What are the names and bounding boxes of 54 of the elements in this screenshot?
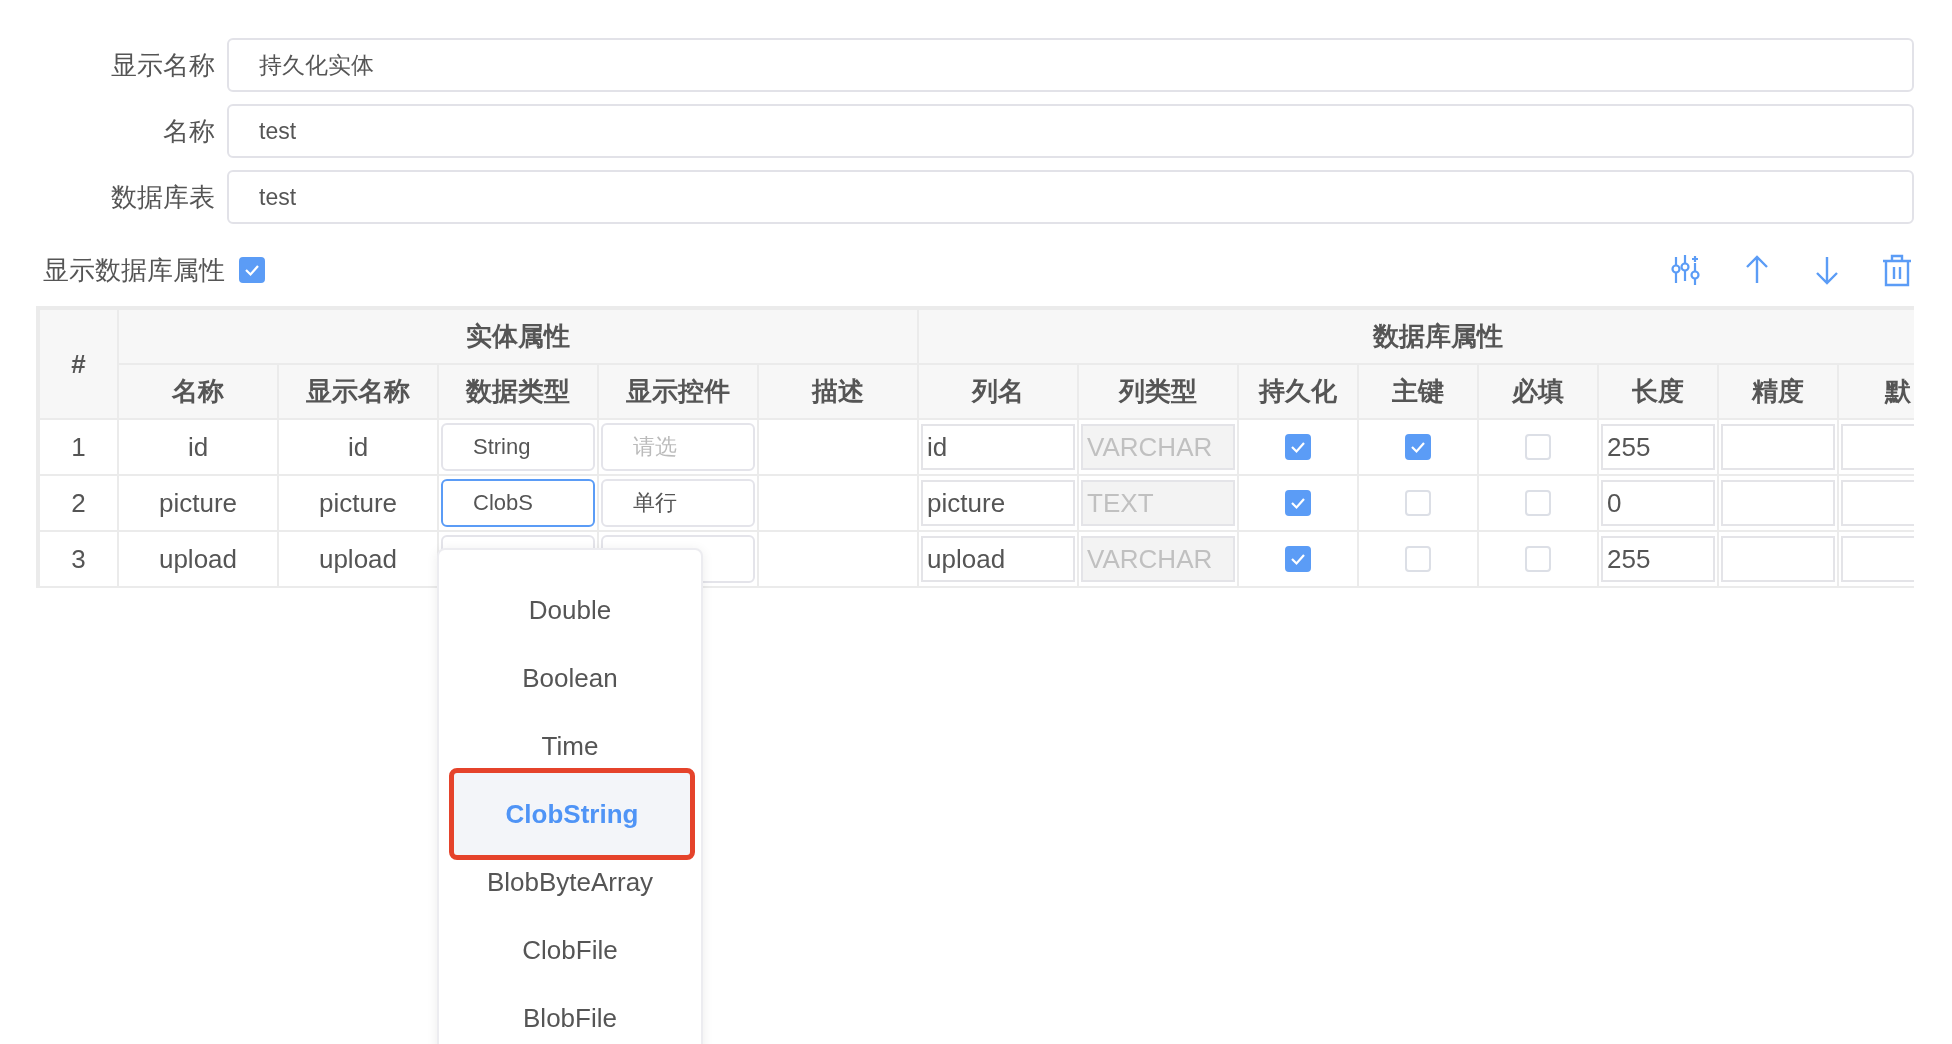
trash-button[interactable] [1880, 253, 1914, 287]
input-field[interactable]: 持久化实体 [227, 38, 1914, 92]
table-cell: id [118, 419, 278, 475]
input-field[interactable]: id [921, 424, 1076, 470]
input-field[interactable] [1721, 480, 1836, 526]
checkbox[interactable] [1285, 434, 1312, 460]
input-field[interactable]: 255 [1601, 424, 1716, 470]
checkbox[interactable] [1405, 434, 1432, 460]
column-header: 主键 [1358, 364, 1479, 419]
column-header: # [39, 309, 118, 419]
table-cell: picture [278, 475, 438, 531]
table-cell: id [278, 419, 438, 475]
column-header: 默 [1838, 364, 1914, 419]
menu-item[interactable]: Double [439, 576, 701, 644]
input-field[interactable]: test [227, 170, 1914, 224]
input-field[interactable]: picture [921, 480, 1076, 526]
input-field[interactable] [1721, 424, 1836, 470]
field-label: 数据库表 [110, 180, 216, 214]
column-header: 必填 [1478, 364, 1599, 419]
trash-icon [1880, 253, 1914, 287]
column-header: 显示名称 [278, 364, 438, 419]
select-field[interactable]: 单行 [601, 479, 755, 527]
table-cell: picture [118, 475, 278, 531]
group-header: 实体属性 [118, 309, 919, 364]
column-header: 长度 [1598, 364, 1719, 419]
input-field[interactable]: upload [921, 536, 1076, 582]
menu-item[interactable]: BlobFile [439, 984, 701, 1044]
checkbox-label: 显示数据库属性 [43, 253, 225, 287]
menu-item[interactable]: ClobFile [439, 916, 701, 984]
input-field[interactable]: 255 [1601, 536, 1716, 582]
checkbox[interactable] [239, 257, 265, 283]
table-cell: 2 [39, 475, 118, 531]
column-header: 显示控件 [598, 364, 758, 419]
select-field[interactable]: String [441, 423, 595, 471]
column-header: 持久化 [1238, 364, 1359, 419]
table-cell: 3 [39, 531, 118, 587]
column-header: 数据类型 [438, 364, 598, 419]
group-header: 数据库属性 [918, 309, 1914, 364]
checkbox[interactable] [1285, 546, 1312, 572]
column-header: 列名 [918, 364, 1079, 419]
column-header: 名称 [118, 364, 278, 419]
select-field[interactable]: ClobS [441, 479, 595, 527]
input-field[interactable]: 0 [1601, 480, 1716, 526]
checkbox[interactable] [1285, 490, 1312, 516]
menu-item[interactable]: Boolean [439, 644, 701, 712]
table-cell: upload [118, 531, 278, 587]
field-label: 显示名称 [110, 48, 216, 82]
column-header: 列类型 [1078, 364, 1239, 419]
table-cell: 1 [39, 419, 118, 475]
input-field[interactable]: test [227, 104, 1914, 158]
column-header: 精度 [1718, 364, 1839, 419]
field-label: 名称 [162, 114, 216, 148]
input-field[interactable] [1721, 536, 1836, 582]
column-header: 描述 [758, 364, 919, 419]
